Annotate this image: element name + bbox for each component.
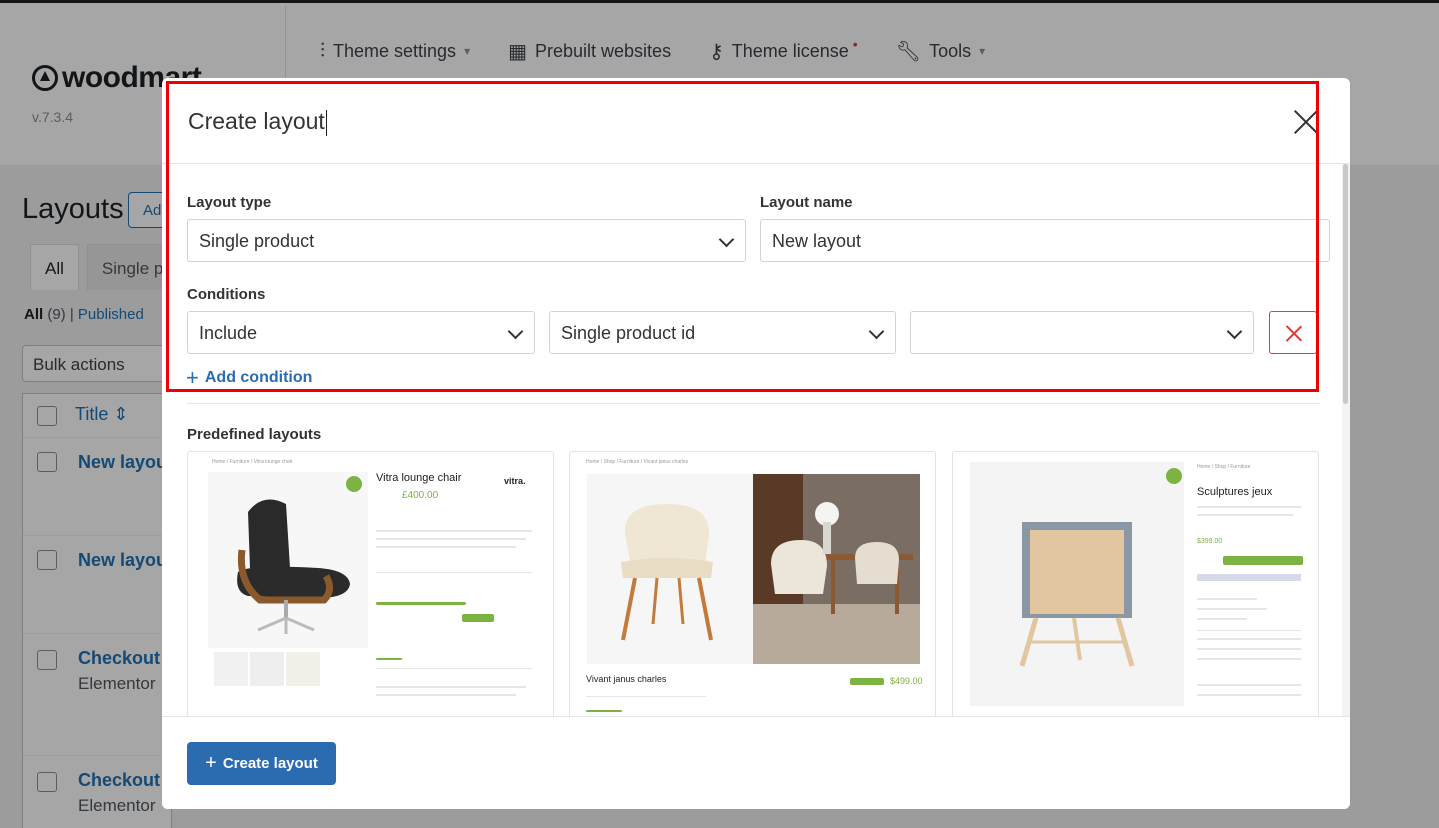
scroll-thumb[interactable]	[1343, 164, 1348, 404]
condition-comparison-value: Include	[199, 323, 258, 343]
close-icon[interactable]	[1293, 109, 1319, 135]
layout-name-label: Layout name	[760, 194, 853, 211]
lounge-chair-image	[208, 472, 368, 648]
modal-title-text: Create layout	[188, 108, 325, 134]
predefined-layouts-list: Home / Furniture / Vitra lounge chair Vi…	[187, 451, 1320, 717]
preview-divider	[1197, 630, 1301, 631]
preview-text-line	[586, 696, 706, 697]
text-cursor	[325, 109, 327, 136]
predefined-layout-card[interactable]: Home / Shop / Furniture / Vivant janus c…	[569, 451, 936, 717]
cabinet-image	[970, 462, 1184, 706]
create-layout-label: Create layout	[222, 755, 318, 772]
preview-text-line	[376, 694, 516, 696]
layout-type-value: Single product	[199, 231, 315, 251]
breadcrumb-preview: Home / Furniture / Vitra lounge chair	[212, 459, 293, 465]
preview-text-line	[1197, 618, 1247, 620]
predefined-layout-card[interactable]: Home / Furniture / Vitra lounge chair Vi…	[187, 451, 554, 717]
modal-title: Create layout	[188, 108, 327, 136]
conditions-label: Conditions	[187, 286, 266, 303]
condition-value-select[interactable]	[910, 311, 1254, 354]
preview-tab-indicator	[586, 710, 622, 712]
preview-product-price: £400.00	[402, 490, 439, 501]
preview-product-title: Vivant janus charles	[586, 674, 667, 684]
modal-header: Create layout	[162, 78, 1350, 164]
preview-text-line	[1197, 514, 1293, 516]
remove-condition-button[interactable]	[1269, 311, 1317, 354]
condition-type-select[interactable]: Single product id	[549, 311, 896, 354]
preview-tab-indicator	[376, 658, 402, 660]
predefined-layout-card[interactable]: Home / Shop / Furniture Sculptures jeux …	[952, 451, 1319, 717]
preview-product-price: $499.00	[890, 676, 923, 686]
sale-badge-icon	[346, 476, 362, 492]
plus-icon: +	[186, 365, 199, 390]
thumbnail-preview	[250, 652, 284, 686]
armchair-image	[587, 474, 920, 664]
layout-type-label: Layout type	[187, 194, 272, 211]
preview-add-to-cart	[462, 614, 494, 622]
preview-text-line	[376, 538, 526, 540]
create-layout-modal: Create layout Layout type Single product…	[162, 78, 1350, 809]
breadcrumb-preview: Home / Shop / Furniture	[1197, 464, 1251, 470]
preview-text-line	[1197, 684, 1301, 686]
thumbnail-preview	[214, 652, 248, 686]
thumbnail-preview	[286, 652, 320, 686]
preview-add-to-cart	[1223, 556, 1303, 565]
plus-icon: +	[205, 752, 217, 774]
preview-text-line	[1197, 598, 1257, 600]
chevron-down-icon	[1226, 323, 1243, 340]
preview-text-line	[1197, 638, 1301, 640]
preview-product-price: $399.00	[1197, 538, 1223, 545]
layout-type-select[interactable]: Single product	[187, 219, 746, 262]
add-condition-button[interactable]: + Add condition	[186, 365, 313, 390]
preview-payment-icons	[1197, 574, 1301, 581]
breadcrumb-preview: Home / Shop / Furniture / Vivant janus c…	[586, 459, 689, 465]
chevron-down-icon	[868, 323, 885, 340]
preview-text-line	[376, 686, 526, 688]
condition-type-value: Single product id	[561, 323, 696, 343]
predefined-layouts-label: Predefined layouts	[187, 426, 322, 443]
preview-text-line	[376, 530, 532, 532]
preview-product-title: Sculptures jeux	[1197, 486, 1273, 498]
preview-progress	[376, 602, 466, 605]
chevron-down-icon	[718, 231, 735, 248]
layout-name-input[interactable]: New layout	[760, 219, 1330, 262]
preview-text-line	[1197, 608, 1267, 610]
section-divider	[187, 403, 1320, 404]
preview-text-line	[376, 546, 516, 548]
preview-text-line	[1197, 506, 1301, 508]
preview-text-line	[1197, 658, 1301, 660]
preview-divider	[376, 572, 532, 573]
sale-badge-icon	[1166, 468, 1182, 484]
preview-text-line	[1197, 648, 1301, 650]
modal-scrollbar[interactable]	[1342, 164, 1350, 716]
preview-product-title: Vitra lounge chair	[376, 472, 462, 484]
create-layout-button[interactable]: + Create layout	[187, 742, 336, 785]
chevron-down-icon	[507, 323, 524, 340]
condition-comparison-select[interactable]: Include	[187, 311, 535, 354]
modal-footer: + Create layout	[162, 716, 1350, 809]
brand-logo-text: vitra.	[504, 476, 526, 486]
preview-add-to-cart	[850, 678, 884, 685]
preview-text-line	[1197, 694, 1301, 696]
add-condition-label: Add condition	[204, 369, 313, 386]
preview-divider	[376, 668, 532, 669]
